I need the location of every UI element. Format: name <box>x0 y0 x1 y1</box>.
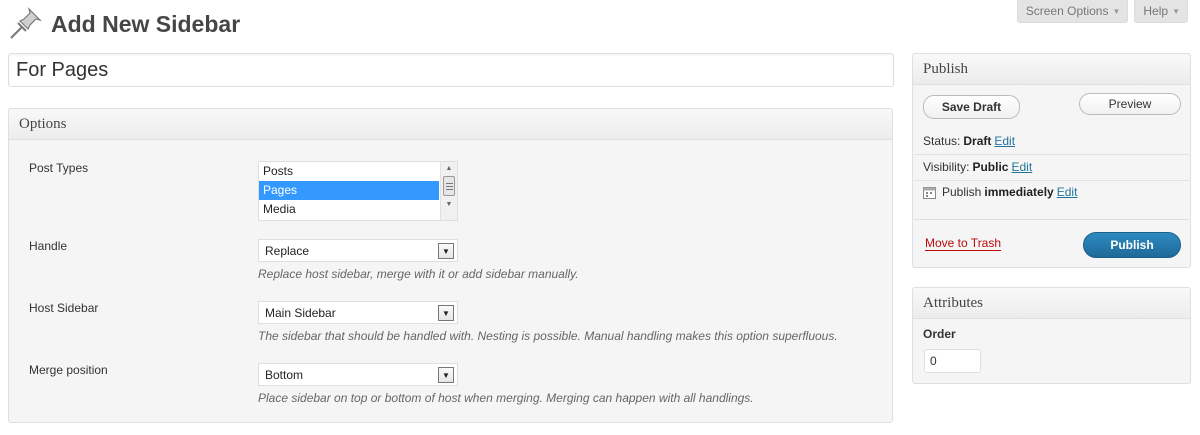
divider <box>914 219 1189 220</box>
list-item[interactable]: Media <box>259 200 439 219</box>
handle-select-value: Replace <box>265 243 310 258</box>
list-item[interactable]: Pages <box>259 181 439 200</box>
merge-position-label: Merge position <box>29 363 108 377</box>
host-sidebar-description: The sidebar that should be handled with.… <box>258 329 838 343</box>
divider <box>914 154 1189 155</box>
dropdown-arrow-icon[interactable]: ▼ <box>438 243 454 259</box>
dropdown-arrow-icon[interactable]: ▼ <box>438 305 454 321</box>
visibility-label: Visibility: <box>923 160 970 174</box>
dropdown-arrow-icon[interactable]: ▼ <box>438 367 454 383</box>
pushpin-icon <box>8 7 42 41</box>
publish-schedule-label: Publish <box>942 185 982 199</box>
publish-box-title: Publish <box>923 60 969 77</box>
status-line: Status: Draft Edit <box>923 134 1015 148</box>
handle-select[interactable]: Replace ▼ <box>258 239 458 262</box>
divider <box>914 180 1189 181</box>
handle-description: Replace host sidebar, merge with it or a… <box>258 267 579 281</box>
merge-position-select-value: Bottom <box>265 367 304 382</box>
merge-position-description: Place sidebar on top or bottom of host w… <box>258 391 754 405</box>
triangle-down-icon: ▼ <box>1172 6 1180 16</box>
handle-label: Handle <box>29 239 68 253</box>
edit-status-link[interactable]: Edit <box>994 134 1015 148</box>
status-value: Draft <box>963 134 992 148</box>
screen-options-tab[interactable]: Screen Options ▼ <box>1016 0 1129 23</box>
publish-button[interactable]: Publish <box>1083 232 1181 258</box>
save-draft-button[interactable]: Save Draft <box>923 95 1020 119</box>
listbox-scrollbar[interactable]: ▲ ▼ <box>440 162 457 220</box>
merge-position-select[interactable]: Bottom ▼ <box>258 363 458 386</box>
visibility-value: Public <box>972 160 1009 174</box>
publish-box-header[interactable]: Publish <box>913 54 1190 85</box>
move-to-trash-link[interactable]: Move to Trash <box>925 236 1002 251</box>
triangle-down-icon: ▼ <box>1112 6 1121 16</box>
publish-schedule-line: Publish immediately Edit <box>923 185 1077 199</box>
status-label: Status: <box>923 134 961 148</box>
host-sidebar-select[interactable]: Main Sidebar ▼ <box>258 301 458 324</box>
options-box-title: Options <box>19 115 67 132</box>
host-sidebar-select-value: Main Sidebar <box>265 305 336 320</box>
scroll-thumb[interactable] <box>443 176 455 196</box>
attributes-box: Attributes Order <box>912 287 1191 384</box>
edit-publish-date-link[interactable]: Edit <box>1057 185 1078 199</box>
order-label: Order <box>923 327 956 341</box>
scroll-down-icon[interactable]: ▼ <box>441 198 457 210</box>
options-box-header[interactable]: Options <box>9 109 892 140</box>
screen-options-label: Screen Options <box>1025 4 1109 18</box>
scroll-up-icon[interactable]: ▲ <box>441 162 457 174</box>
screen-meta-tabs: Screen Options ▼ Help ▼ <box>1016 0 1188 23</box>
post-types-label: Post Types <box>29 161 89 175</box>
publish-box: Publish Save Draft Preview Status: Draft… <box>912 53 1191 268</box>
help-label: Help <box>1143 4 1169 18</box>
attributes-box-title: Attributes <box>923 294 983 311</box>
attributes-box-header[interactable]: Attributes <box>913 288 1190 319</box>
post-types-listbox[interactable]: Posts Pages Media ▲ ▼ <box>258 161 458 221</box>
edit-visibility-link[interactable]: Edit <box>1011 160 1032 174</box>
list-item[interactable]: Posts <box>259 162 439 181</box>
host-sidebar-label: Host Sidebar <box>29 301 99 315</box>
page-header: Add New Sidebar <box>8 6 240 42</box>
order-input[interactable] <box>924 349 981 373</box>
post-title-input[interactable] <box>8 53 894 87</box>
preview-button[interactable]: Preview <box>1079 93 1181 115</box>
help-tab[interactable]: Help ▼ <box>1134 0 1188 23</box>
calendar-icon <box>923 186 936 199</box>
options-box: Options Post Types Posts Pages Media ▲ ▼… <box>8 108 893 423</box>
publish-schedule-value: immediately <box>984 185 1054 199</box>
page-title: Add New Sidebar <box>51 10 241 37</box>
visibility-line: Visibility: Public Edit <box>923 160 1032 174</box>
